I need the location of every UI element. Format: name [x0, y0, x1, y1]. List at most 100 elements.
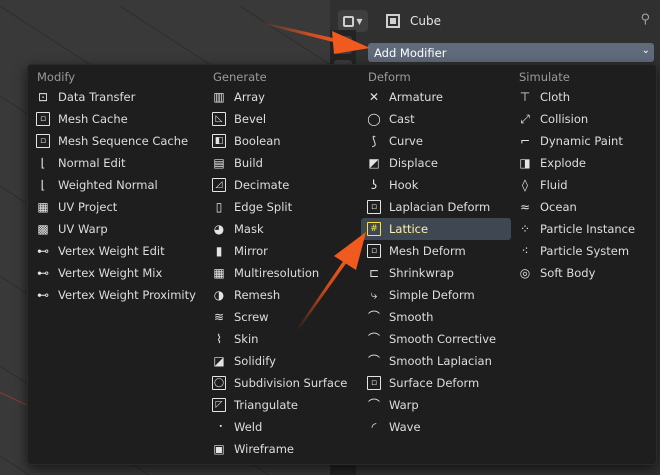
- menu-item-label: Wireframe: [234, 442, 294, 456]
- edge-split-icon: ▯: [215, 200, 223, 214]
- menu-item-simple-deform[interactable]: ⤷ Simple Deform: [361, 284, 511, 306]
- smooth-laplacian-icon: ⌒: [367, 354, 380, 368]
- properties-tab[interactable]: [334, 36, 352, 54]
- menu-item-label: Smooth Laplacian: [389, 354, 492, 368]
- menu-item-screw[interactable]: ≋ Screw: [206, 306, 356, 328]
- menu-column-simulate: Simulate ⊤ Cloth ⤢ Collision ⌐ Dynamic Paint ◨ E…: [512, 68, 652, 284]
- menu-item-label: Remesh: [234, 288, 281, 302]
- properties-editor-icon: [343, 15, 355, 27]
- menu-item-decimate[interactable]: ◿ Decimate: [206, 174, 356, 196]
- menu-column-header: Deform: [368, 70, 411, 84]
- subdivision-surface-icon: ◯: [212, 376, 226, 390]
- menu-item-triangulate[interactable]: ◸ Triangulate: [206, 394, 356, 416]
- menu-item-label: Cast: [389, 112, 415, 126]
- menu-item-label: Soft Body: [540, 266, 596, 280]
- menu-item-multiresolution[interactable]: ▦ Multiresolution: [206, 262, 356, 284]
- menu-item-surface-deform[interactable]: ▫ Surface Deform: [361, 372, 511, 394]
- solidify-icon: ◪: [213, 354, 225, 368]
- pin-icon[interactable]: ⚲: [640, 12, 650, 27]
- menu-item-weighted-normal[interactable]: ⌊ Weighted Normal: [30, 174, 202, 196]
- menu-item-cast[interactable]: ◯ Cast: [361, 108, 511, 130]
- menu-item-particle-system[interactable]: ⁖ Particle System: [512, 240, 652, 262]
- menu-item-label: Smooth Corrective: [389, 332, 497, 346]
- menu-item-build[interactable]: ▤ Build: [206, 152, 356, 174]
- menu-item-data-transfer[interactable]: ⊡ Data Transfer: [30, 86, 202, 108]
- menu-item-dynamic-paint[interactable]: ⌐ Dynamic Paint: [512, 130, 652, 152]
- add-modifier-dropdown[interactable]: Add Modifier ⌄: [368, 43, 654, 62]
- menu-item-wave[interactable]: ◜ Wave: [361, 416, 511, 438]
- menu-item-label: Warp: [389, 398, 419, 412]
- menu-item-fluid[interactable]: ◊ Fluid: [512, 174, 652, 196]
- menu-item-vertex-weight-mix[interactable]: ⊷ Vertex Weight Mix: [30, 262, 202, 284]
- menu-item-mask[interactable]: ◕ Mask: [206, 218, 356, 240]
- menu-item-uv-warp[interactable]: ▩ UV Warp: [30, 218, 202, 240]
- menu-item-displace[interactable]: ◩ Displace: [361, 152, 511, 174]
- menu-column-generate: Generate ▥ Array ◺ Bevel ◧ Boolean ▤ Build ◿ Decim…: [206, 68, 356, 460]
- menu-item-ocean[interactable]: ≈ Ocean: [512, 196, 652, 218]
- menu-item-label: Mesh Sequence Cache: [58, 134, 189, 148]
- curve-icon: ⟆: [371, 134, 377, 148]
- menu-item-soft-body[interactable]: ◎ Soft Body: [512, 262, 652, 284]
- menu-item-label: Wave: [389, 420, 421, 434]
- wireframe-icon: ▣: [213, 442, 225, 456]
- menu-item-explode[interactable]: ◨ Explode: [512, 152, 652, 174]
- menu-item-mirror[interactable]: ▮ Mirror: [206, 240, 356, 262]
- menu-item-vertex-weight-proximity[interactable]: ⊷ Vertex Weight Proximity: [30, 284, 202, 306]
- mirror-icon: ▮: [215, 244, 223, 258]
- menu-item-label: Lattice: [389, 222, 429, 236]
- chevron-down-icon: ⌄: [641, 45, 650, 56]
- menu-item-warp[interactable]: ⌒ Warp: [361, 394, 511, 416]
- menu-item-smooth-laplacian[interactable]: ⌒ Smooth Laplacian: [361, 350, 511, 372]
- ocean-icon: ≈: [519, 200, 531, 214]
- menu-column-header: Modify: [37, 70, 76, 84]
- menu-item-label: Vertex Weight Proximity: [58, 288, 196, 302]
- menu-item-array[interactable]: ▥ Array: [206, 86, 356, 108]
- menu-item-label: Simple Deform: [389, 288, 475, 302]
- editor-type-button[interactable]: ▼: [338, 10, 368, 32]
- menu-item-particle-instance[interactable]: ⁘ Particle Instance: [512, 218, 652, 240]
- menu-item-weld[interactable]: ⠐ Weld: [206, 416, 356, 438]
- menu-item-cloth[interactable]: ⊤ Cloth: [512, 86, 652, 108]
- menu-item-edge-split[interactable]: ▯ Edge Split: [206, 196, 356, 218]
- menu-item-subdivision-surface[interactable]: ◯ Subdivision Surface: [206, 372, 356, 394]
- add-modifier-menu: Modify ⊡ Data Transfer ▫ Mesh Cache ▫ Mesh Seq…: [27, 64, 657, 465]
- menu-item-label: Vertex Weight Mix: [58, 266, 163, 280]
- smooth-corrective-icon: ⌒: [367, 332, 380, 346]
- menu-item-laplacian-deform[interactable]: ▫ Laplacian Deform: [361, 196, 511, 218]
- menu-item-mesh-deform[interactable]: ▫ Mesh Deform: [361, 240, 511, 262]
- menu-item-wireframe[interactable]: ▣ Wireframe: [206, 438, 356, 460]
- menu-item-skin[interactable]: ⌇ Skin: [206, 328, 356, 350]
- menu-item-bevel[interactable]: ◺ Bevel: [206, 108, 356, 130]
- menu-item-remesh[interactable]: ◑ Remesh: [206, 284, 356, 306]
- chevron-down-icon: ▼: [356, 16, 363, 26]
- menu-item-armature[interactable]: ✕ Armature: [361, 86, 511, 108]
- menu-item-label: Fluid: [540, 178, 568, 192]
- uv-warp-icon: ▩: [37, 222, 49, 236]
- menu-item-boolean[interactable]: ◧ Boolean: [206, 130, 356, 152]
- menu-item-label: Hook: [389, 178, 419, 192]
- menu-item-smooth-corrective[interactable]: ⌒ Smooth Corrective: [361, 328, 511, 350]
- menu-item-uv-project[interactable]: ▦ UV Project: [30, 196, 202, 218]
- menu-item-mesh-sequence-cache[interactable]: ▫ Mesh Sequence Cache: [30, 130, 202, 152]
- explode-icon: ◨: [519, 156, 531, 170]
- menu-item-shrinkwrap[interactable]: ⊏ Shrinkwrap: [361, 262, 511, 284]
- weighted-normal-icon: ⌊: [40, 178, 46, 192]
- uv-project-icon: ▦: [37, 200, 49, 214]
- menu-item-curve[interactable]: ⟆ Curve: [361, 130, 511, 152]
- build-icon: ▤: [213, 156, 225, 170]
- menu-item-label: Build: [234, 156, 263, 170]
- menu-item-mesh-cache[interactable]: ▫ Mesh Cache: [30, 108, 202, 130]
- menu-item-label: Displace: [389, 156, 438, 170]
- menu-column-header: Simulate: [519, 70, 570, 84]
- remesh-icon: ◑: [213, 288, 225, 302]
- menu-item-solidify[interactable]: ◪ Solidify: [206, 350, 356, 372]
- menu-item-collision[interactable]: ⤢ Collision: [512, 108, 652, 130]
- menu-item-lattice[interactable]: # Lattice: [361, 218, 511, 240]
- menu-item-smooth[interactable]: ⌒ Smooth: [361, 306, 511, 328]
- menu-item-normal-edit[interactable]: ⌊ Normal Edit: [30, 152, 202, 174]
- properties-header: ▼ Cube ⚲: [330, 8, 660, 34]
- menu-item-label: Dynamic Paint: [540, 134, 623, 148]
- menu-item-hook[interactable]: ʖ Hook: [361, 174, 511, 196]
- menu-item-label: Ocean: [540, 200, 577, 214]
- menu-item-vertex-weight-edit[interactable]: ⊷ Vertex Weight Edit: [30, 240, 202, 262]
